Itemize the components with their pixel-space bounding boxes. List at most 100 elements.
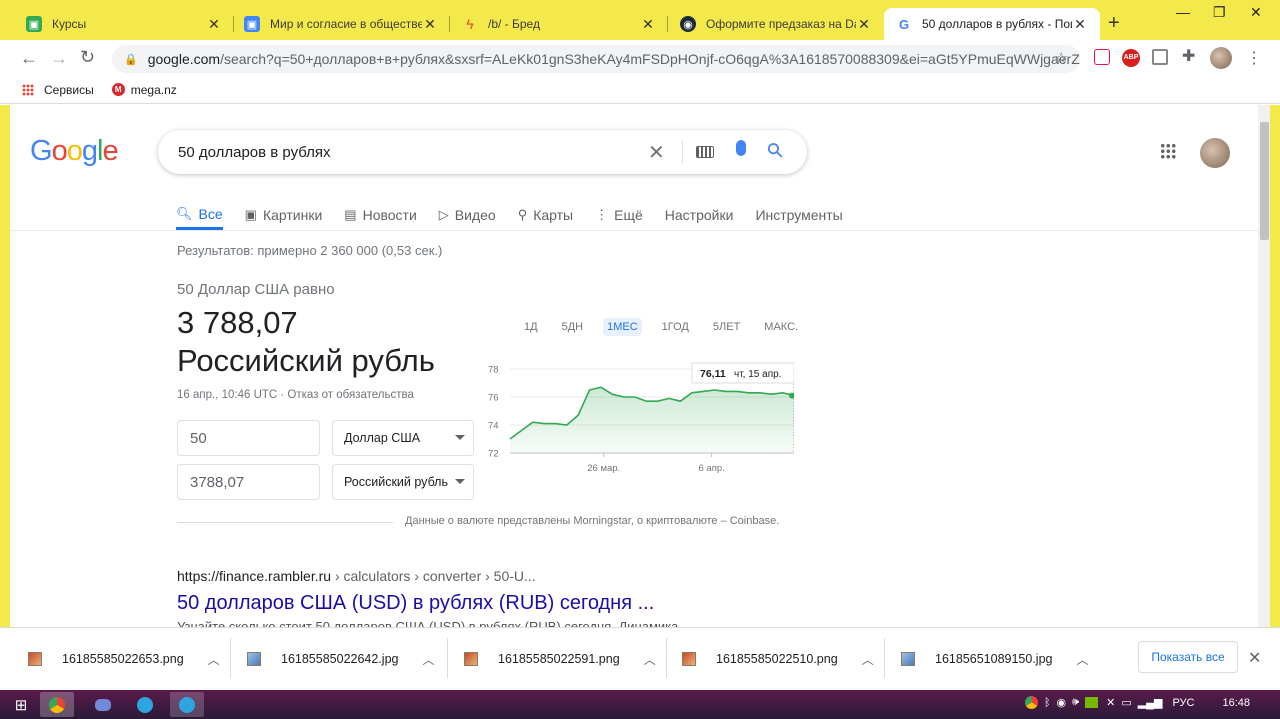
apps-grid-icon[interactable] — [1160, 143, 1176, 159]
browser-tab-active[interactable]: G 50 долларов в рублях - Поиск ✕ — [884, 8, 1100, 40]
clear-icon[interactable]: ✕ — [648, 140, 665, 165]
steam-icon: ◉ — [680, 16, 696, 32]
tab-title: /b/ - Бред — [488, 17, 540, 31]
tab-label: Ещё — [614, 207, 643, 223]
bluetooth-icon[interactable]: ᛒ — [1044, 697, 1051, 709]
tooltip-date: чт, 15 апр. — [734, 369, 781, 380]
google-logo[interactable]: Google — [30, 135, 119, 168]
chevron-up-icon[interactable]: ︿ — [862, 651, 874, 668]
dropdown-arrow-icon — [455, 479, 465, 484]
account-avatar[interactable] — [1200, 138, 1230, 168]
forward-button[interactable]: → — [50, 48, 68, 69]
close-icon[interactable]: ✕ — [1248, 648, 1261, 668]
back-button[interactable]: ← — [20, 48, 38, 69]
tab-label: Инструменты — [755, 207, 843, 223]
tooltip-value: 76,11 — [700, 368, 726, 380]
browser-tab[interactable]: ▣ Курсы ✕ — [14, 8, 234, 40]
discord-icon[interactable] — [86, 692, 120, 717]
download-item[interactable]: 16185585022591.png ︿ — [464, 645, 656, 673]
close-tab-icon[interactable]: ✕ — [640, 16, 656, 33]
menu-icon[interactable]: ⋮ — [1246, 48, 1262, 68]
telegram-icon[interactable] — [170, 692, 204, 717]
mic-icon[interactable] — [736, 140, 746, 156]
chevron-up-icon[interactable]: ︿ — [208, 651, 220, 668]
bookmark-item[interactable]: M mega.nz — [111, 83, 177, 97]
download-item[interactable]: 16185585022642.jpg ︿ — [247, 645, 435, 673]
browser-tab[interactable]: ◉ Оформите предзаказ на Days ✕ — [668, 8, 884, 40]
download-item[interactable]: 16185585022510.png ︿ — [682, 645, 874, 673]
tab-maps[interactable]: ⚲ Карты — [518, 200, 573, 230]
close-window-button[interactable]: ✕ — [1250, 4, 1262, 21]
search-icon: 🔍︎ — [176, 205, 193, 221]
volume-icon[interactable]: 🕪︎ — [1072, 696, 1079, 709]
bookmark-item[interactable]: Сервисы — [22, 83, 94, 97]
tab-more[interactable]: ⋮ Ещё — [595, 200, 643, 230]
tab-tools[interactable]: Инструменты — [755, 200, 842, 230]
source-note: Данные о валюте представлены Morningstar… — [405, 515, 780, 527]
clock[interactable]: 16:48 — [1222, 697, 1250, 709]
disclaimer-link[interactable]: Отказ от обязательства — [287, 389, 413, 401]
signal-icon[interactable]: ▂▄▆ — [1138, 696, 1163, 709]
language-indicator[interactable]: РУС — [1172, 697, 1194, 709]
search-icon[interactable]: ⚲ — [761, 136, 789, 164]
network-icon[interactable]: ✕ — [1106, 696, 1115, 709]
result-host: https://finance.rambler.ru — [177, 568, 332, 584]
amount-from-input[interactable]: 50 — [177, 420, 320, 456]
divider — [884, 638, 885, 678]
close-tab-icon[interactable]: ✕ — [856, 16, 872, 33]
nvidia-icon[interactable] — [1085, 697, 1099, 708]
show-all-downloads-button[interactable]: Показать все — [1138, 641, 1238, 673]
profile-avatar[interactable] — [1210, 47, 1232, 69]
new-tab-button[interactable]: + — [1108, 12, 1120, 35]
star-icon[interactable]: ☆ — [1055, 49, 1068, 67]
steam-icon[interactable]: ◉ — [1057, 696, 1067, 709]
range-max[interactable]: МАКС. — [760, 318, 802, 336]
range-1d[interactable]: 1Д — [520, 318, 542, 336]
maximize-button[interactable]: ❐ — [1213, 4, 1226, 21]
search-box[interactable]: 50 долларов в рублях ✕ ⚲ — [158, 130, 807, 174]
chrome-tray-icon[interactable] — [1024, 696, 1038, 709]
usb-icon[interactable]: ▭ — [1121, 696, 1131, 709]
chevron-up-icon[interactable]: ︿ — [1076, 651, 1088, 668]
extension-icon[interactable] — [1152, 49, 1168, 65]
search-tabs: 🔍︎ Все ▣ Картинки ▤ Новости ▷ Видео ⚲ Карты ⋮… — [176, 200, 865, 230]
close-tab-icon[interactable]: ✕ — [1072, 16, 1088, 33]
extension-icon[interactable] — [1094, 49, 1110, 65]
close-tab-icon[interactable]: ✕ — [422, 16, 438, 33]
chevron-up-icon[interactable]: ︿ — [644, 651, 656, 668]
range-1m[interactable]: 1МЕС — [603, 318, 642, 336]
currency-from-select[interactable]: Доллар США — [332, 420, 474, 456]
search-input[interactable]: 50 долларов в рублях — [178, 144, 331, 161]
amount-to-input[interactable]: 3788,07 — [177, 464, 320, 500]
adblock-icon[interactable]: ABP — [1122, 49, 1140, 67]
select-value: Российский рубль — [344, 475, 448, 489]
range-5y[interactable]: 5ЛЕТ — [709, 318, 744, 336]
address-bar[interactable]: 🔒 google.com/search?q=50+долларов+в+рубл… — [112, 45, 1080, 73]
windows-start-icon[interactable]: ⊞ — [4, 692, 38, 717]
minimize-button[interactable]: — — [1176, 4, 1190, 20]
windows-taskbar: ⊞ ᛒ ◉ 🕪︎ ✕ ▭ ▂▄▆ РУС 16:48 — [0, 690, 1280, 719]
range-5d[interactable]: 5ДН — [558, 318, 588, 336]
scrollbar-thumb[interactable] — [1260, 122, 1269, 240]
tab-video[interactable]: ▷ Видео — [439, 200, 496, 230]
reload-button[interactable]: ↻ — [80, 47, 95, 68]
exchange-rate-chart[interactable]: 78 76 74 72 76,11 чт, 15 апр. 26 мар. 6 апр. — [484, 359, 794, 474]
download-item[interactable]: 16185651089150.jpg ︿ — [901, 645, 1089, 673]
tab-images[interactable]: ▣ Картинки — [245, 200, 323, 230]
tab-settings[interactable]: Настройки — [665, 200, 734, 230]
keyboard-icon[interactable] — [696, 146, 714, 158]
result-title[interactable]: 50 долларов США (USD) в рублях (RUB) сег… — [177, 592, 654, 615]
close-tab-icon[interactable]: ✕ — [206, 16, 222, 33]
download-item[interactable]: 16185585022653.png ︿ — [28, 645, 220, 673]
tab-news[interactable]: ▤ Новости — [344, 200, 417, 230]
chevron-up-icon[interactable]: ︿ — [422, 651, 434, 668]
telegram-icon[interactable] — [128, 692, 162, 717]
browser-tab[interactable]: ϟ /b/ - Бред ✕ — [450, 8, 668, 40]
browser-tab[interactable]: ▣ Мир и согласие в обществе ✕ — [232, 8, 450, 40]
puzzle-icon[interactable]: ✚ — [1182, 46, 1195, 66]
range-1y[interactable]: 1ГОД — [658, 318, 693, 336]
tab-all[interactable]: 🔍︎ Все — [176, 200, 223, 230]
currency-to-select[interactable]: Российский рубль — [332, 464, 474, 500]
chrome-taskbar-icon[interactable] — [40, 692, 74, 717]
result-url[interactable]: https://finance.rambler.ru › calculators… — [177, 568, 536, 584]
